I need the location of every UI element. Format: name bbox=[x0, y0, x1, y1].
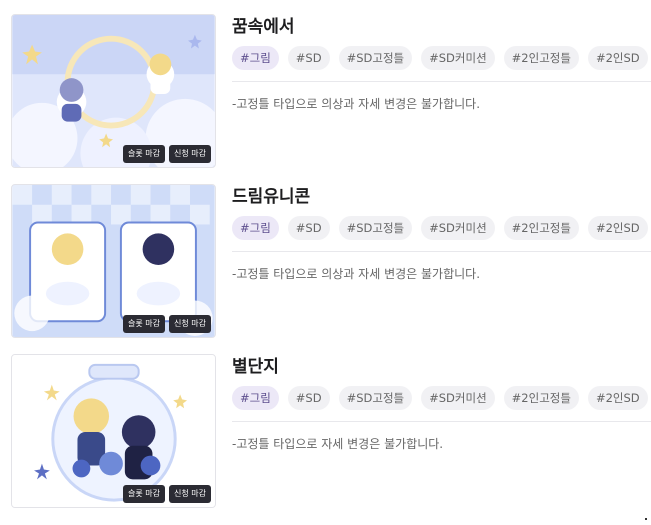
stray-dot bbox=[645, 518, 647, 520]
tag-drawing[interactable]: #그림 bbox=[232, 386, 279, 410]
slot-closed-badge: 슬롯 마감 bbox=[123, 145, 166, 163]
divider bbox=[232, 251, 651, 252]
commission-item: 슬롯 마감 신청 마감 드림유니콘 #그림 #SD #SD고정틀 #SD커미션 … bbox=[0, 184, 651, 338]
status-badges: 슬롯 마감 신청 마감 bbox=[123, 315, 211, 333]
tag-2p-fixed-frame[interactable]: #2인고정틀 bbox=[503, 386, 579, 410]
tag-sd-commission[interactable]: #SD커미션 bbox=[421, 46, 495, 70]
commission-title[interactable]: 드림유니콘 bbox=[232, 186, 651, 208]
tag-sd-fixed-frame[interactable]: #SD고정틀 bbox=[338, 216, 413, 240]
tag-sd-fixed-frame[interactable]: #SD고정틀 bbox=[338, 46, 413, 70]
tag-2p-sd[interactable]: #2인SD bbox=[587, 216, 648, 240]
tag-drawing[interactable]: #그림 bbox=[232, 46, 279, 70]
commission-item: 슬롯 마감 신청 마감 별단지 #그림 #SD #SD고정틀 #SD커미션 #2… bbox=[0, 354, 651, 508]
status-badges: 슬롯 마감 신청 마감 bbox=[123, 145, 211, 163]
commission-info: 꿈속에서 #그림 #SD #SD고정틀 #SD커미션 #2인고정틀 #2인SD … bbox=[232, 14, 651, 112]
status-badges: 슬롯 마감 신청 마감 bbox=[123, 485, 211, 503]
tag-list: #그림 #SD #SD고정틀 #SD커미션 #2인고정틀 #2인SD bbox=[232, 386, 651, 410]
divider bbox=[232, 81, 651, 82]
tag-sd-fixed-frame[interactable]: #SD고정틀 bbox=[338, 386, 413, 410]
application-closed-badge: 신청 마감 bbox=[169, 315, 211, 333]
commission-thumbnail[interactable]: 슬롯 마감 신청 마감 bbox=[11, 14, 216, 168]
commission-title[interactable]: 꿈속에서 bbox=[232, 16, 651, 38]
commission-item: 슬롯 마감 신청 마감 꿈속에서 #그림 #SD #SD고정틀 #SD커미션 #… bbox=[0, 14, 651, 168]
tag-list: #그림 #SD #SD고정틀 #SD커미션 #2인고정틀 #2인SD bbox=[232, 216, 651, 240]
tag-sd-commission[interactable]: #SD커미션 bbox=[421, 386, 495, 410]
commission-description: -고정틀 타입으로 자세 변경은 불가합니다. bbox=[232, 437, 444, 451]
commission-title[interactable]: 별단지 bbox=[232, 356, 651, 378]
commission-info: 드림유니콘 #그림 #SD #SD고정틀 #SD커미션 #2인고정틀 #2인SD… bbox=[232, 184, 651, 282]
commission-description: -고정틀 타입으로 의상과 자세 변경은 불가합니다. bbox=[232, 97, 481, 111]
commission-description: -고정틀 타입으로 의상과 자세 변경은 불가합니다. bbox=[232, 267, 481, 281]
slot-closed-badge: 슬롯 마감 bbox=[123, 485, 166, 503]
tag-sd[interactable]: #SD bbox=[287, 46, 330, 70]
divider bbox=[232, 421, 651, 422]
slot-closed-badge: 슬롯 마감 bbox=[123, 315, 166, 333]
tag-2p-sd[interactable]: #2인SD bbox=[587, 386, 648, 410]
tag-drawing[interactable]: #그림 bbox=[232, 216, 279, 240]
tag-2p-sd[interactable]: #2인SD bbox=[587, 46, 648, 70]
tag-sd[interactable]: #SD bbox=[287, 216, 330, 240]
tag-sd[interactable]: #SD bbox=[287, 386, 330, 410]
application-closed-badge: 신청 마감 bbox=[169, 485, 211, 503]
commission-thumbnail[interactable]: 슬롯 마감 신청 마감 bbox=[11, 184, 216, 338]
tag-2p-fixed-frame[interactable]: #2인고정틀 bbox=[503, 216, 579, 240]
commission-thumbnail[interactable]: 슬롯 마감 신청 마감 bbox=[11, 354, 216, 508]
commission-info: 별단지 #그림 #SD #SD고정틀 #SD커미션 #2인고정틀 #2인SD -… bbox=[232, 354, 651, 452]
application-closed-badge: 신청 마감 bbox=[169, 145, 211, 163]
tag-2p-fixed-frame[interactable]: #2인고정틀 bbox=[503, 46, 579, 70]
tag-sd-commission[interactable]: #SD커미션 bbox=[421, 216, 495, 240]
tag-list: #그림 #SD #SD고정틀 #SD커미션 #2인고정틀 #2인SD bbox=[232, 46, 651, 70]
